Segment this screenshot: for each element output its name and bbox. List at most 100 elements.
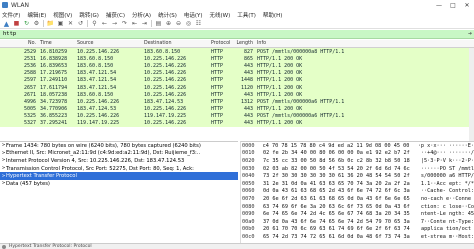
menu-help[interactable]: 帮助(H) — [263, 11, 282, 19]
close-file-icon[interactable]: ✕ — [67, 20, 74, 27]
hex-bytes[interactable]: 65 74 2d 73 74 72 65 61 6d 0d 0a 48 6f 7… — [263, 234, 421, 240]
hex-row[interactable]: 0060 0d 0a 43 61 63 68 65 2d 43 6f 6e 74 … — [241, 188, 474, 196]
capture-status-icon[interactable] — [2, 244, 6, 249]
hex-bytes[interactable]: 02 fe 2b 34 40 00 80 06 00 00 0a e1 92 e… — [263, 150, 421, 156]
hex-row[interactable]: 0070 20 6e 6f 2d 63 61 63 68 65 0d 0a 43 … — [241, 195, 474, 203]
packet-row[interactable]: 5005 34.770906 183.47.124.53 10.225.146.226… — [0, 105, 474, 113]
hex-bytes[interactable]: 02 03 ab 82 00 00 50 4f 53 54 20 2f 6d 6… — [263, 166, 421, 172]
detail-tree-item[interactable]: > Data (457 bytes) — [0, 180, 238, 188]
column-header-destination[interactable]: Destination — [140, 41, 207, 46]
reload-icon[interactable]: ↺ — [77, 20, 84, 27]
hex-ascii[interactable]: |5·3·P·V k···2·P· — [421, 158, 474, 164]
menu-telephony[interactable]: 电话(Y) — [184, 11, 203, 19]
menu-file[interactable]: 文件(F) — [2, 11, 20, 19]
colorize-icon[interactable]: ▤ — [155, 20, 162, 27]
hex-ascii[interactable]: et-strea m··Host: — [421, 234, 474, 240]
hex-bytes[interactable]: 20 61 70 70 6c 69 63 61 74 69 6f 6e 2f 6… — [263, 226, 421, 232]
hex-ascii[interactable]: no-cach e··Conne — [421, 196, 474, 202]
menu-wireless[interactable]: 无线(W) — [210, 11, 231, 19]
hex-ascii[interactable]: s/000000 a6 HTTP/ — [421, 173, 474, 179]
maximize-button[interactable]: □ — [446, 2, 460, 9]
hex-bytes[interactable]: c4 70 78 15 78 80 c4 9d ed a2 11 9d 08 0… — [263, 143, 418, 149]
hex-ascii[interactable]: applica tion/oct — [421, 226, 474, 232]
packet-row[interactable]: 2529 16.810259 10.225.146.226 183.60.8.150 H… — [0, 48, 474, 56]
column-header-protocol[interactable]: Protocol — [207, 41, 235, 46]
hex-row[interactable]: 0020 7c 35 cc 33 00 50 8d 56 6b 0c c2 8b … — [241, 157, 474, 165]
go-first-icon[interactable]: ⇤ — [131, 20, 138, 27]
hex-ascii[interactable]: ntent-Le ngth: 45 — [421, 211, 474, 217]
packet-row[interactable]: 2597 17.249110 183.47.121.54 10.225.146.226… — [0, 76, 474, 84]
close-button[interactable]: ✕ — [460, 2, 474, 9]
packet-row[interactable]: 5325 36.855223 10.225.146.226 119.147.19.22… — [0, 112, 474, 120]
display-filter-bar[interactable]: http ➜ — [0, 30, 474, 39]
hex-row[interactable]: 0040 73 2f 30 30 30 30 30 30 61 36 20 48 … — [241, 172, 474, 180]
packet-row[interactable]: 5327 37.295241 119.147.19.225 10.225.146.22… — [0, 119, 474, 128]
find-packet-icon[interactable]: ⚲ — [91, 20, 98, 27]
column-header-time[interactable]: Time — [38, 41, 73, 46]
minimize-button[interactable]: — — [432, 2, 446, 9]
go-last-icon[interactable]: ⇥ — [141, 20, 148, 27]
packet-row[interactable]: 2536 16.839653 183.60.8.150 10.225.146.226 H… — [0, 62, 474, 70]
column-header-no[interactable]: No. — [0, 41, 38, 46]
hex-row[interactable]: 0050 31 2e 31 0d 0a 41 63 63 65 70 74 3a … — [241, 180, 474, 188]
start-capture-icon[interactable]: ▲ — [3, 20, 10, 28]
detail-tree-item[interactable]: > Ethernet II, Src: Micronet_a2:11:9d (c4… — [0, 150, 238, 158]
zoom-reset-icon[interactable]: ◎ — [185, 20, 192, 27]
menu-statistics[interactable]: 统计(S) — [158, 11, 177, 19]
go-forward-icon[interactable]: → — [111, 20, 118, 27]
go-to-packet-icon[interactable]: ↷ — [121, 20, 128, 27]
go-back-icon[interactable]: ← — [101, 20, 108, 27]
arrow-right-icon[interactable]: ➜ — [466, 31, 474, 38]
hex-ascii[interactable]: 7··Conte nt-Type: — [421, 219, 474, 225]
restart-capture-icon[interactable]: ↻ — [23, 20, 30, 27]
menu-go[interactable]: 跳转(G) — [79, 11, 99, 19]
hex-row[interactable]: 0080 63 74 69 6f 6e 3a 20 63 6c 6f 73 65 … — [241, 203, 474, 211]
hex-ascii[interactable]: ··Cache- Control: — [421, 188, 474, 194]
hex-bytes[interactable]: 73 2f 30 30 30 30 30 30 61 36 20 48 54 5… — [263, 173, 421, 179]
packet-row[interactable]: 4996 34.723978 10.225.146.226 183.47.124.53… — [0, 98, 474, 106]
hex-ascii[interactable]: ······PO ST /mmtl — [421, 166, 474, 172]
stop-capture-icon[interactable]: ■ — [13, 20, 20, 27]
detail-tree-item[interactable]: > Hypertext Transfer Protocol — [0, 172, 238, 180]
display-filter-input[interactable]: http — [3, 31, 16, 37]
column-header-source[interactable]: Source — [73, 41, 140, 46]
hex-ascii[interactable]: 1.1··Acc ept: */* — [421, 181, 474, 187]
hex-row[interactable]: 0010 02 fe 2b 34 40 00 80 06 00 00 0a e1 … — [241, 150, 474, 158]
hex-bytes[interactable]: 20 6e 6f 2d 63 61 63 68 65 0d 0a 43 6f 6… — [263, 196, 421, 202]
resize-columns-icon[interactable]: ☷ — [195, 20, 202, 27]
detail-tree-item[interactable]: > Internet Protocol Version 4, Src: 10.22… — [0, 157, 238, 165]
hex-bytes[interactable]: 6e 74 65 6e 74 2d 4c 65 6e 67 74 68 3a 2… — [263, 211, 421, 217]
packet-row[interactable]: 2588 17.219675 183.47.121.54 10.225.146.226… — [0, 69, 474, 77]
hex-bytes[interactable]: 7c 35 cc 33 00 50 8d 56 6b 0c c2 8b 32 b… — [263, 158, 421, 164]
column-header-length[interactable]: Length — [235, 41, 255, 46]
detail-tree-item[interactable]: > Transmission Control Protocol, Src Port… — [0, 165, 238, 173]
menu-analyze[interactable]: 分析(A) — [132, 11, 151, 19]
zoom-out-icon[interactable]: ⊖ — [175, 20, 182, 27]
hex-ascii[interactable]: ·p x·x··· ······E· — [418, 143, 474, 149]
hex-row[interactable]: 0090 6e 74 65 6e 74 2d 4c 65 6e 67 74 68 … — [241, 210, 474, 218]
save-file-icon[interactable]: ▣ — [57, 20, 64, 27]
detail-tree-item[interactable]: > Frame 1434: 780 bytes on wire (6240 bit… — [0, 142, 238, 150]
packet-row[interactable]: 2657 17.611794 183.47.121.54 10.225.146.226… — [0, 83, 474, 92]
hex-ascii[interactable]: ction: c lose··Co — [421, 204, 474, 210]
zoom-in-icon[interactable]: ⊕ — [165, 20, 172, 27]
hex-row[interactable]: 00b0 20 61 70 70 6c 69 63 61 74 69 6f 6e … — [241, 226, 474, 234]
column-header-info[interactable]: Info — [255, 41, 474, 46]
packet-row[interactable]: 2531 16.838928 183.60.8.150 10.225.146.226 H… — [0, 55, 474, 63]
hex-bytes[interactable]: 31 2e 31 0d 0a 41 63 63 65 70 74 3a 20 2… — [263, 181, 421, 187]
capture-options-icon[interactable]: ⚙ — [33, 20, 40, 27]
hex-row[interactable]: 0000 c4 70 78 15 78 80 c4 9d ed a2 11 9d … — [241, 142, 474, 150]
menu-view[interactable]: 视图(V) — [53, 11, 72, 19]
packet-row[interactable]: 2671 18.057238 183.60.8.150 10.225.146.226 H… — [0, 91, 474, 99]
hex-row[interactable]: 00a0 37 0d 0a 43 6f 6e 74 65 6e 74 2d 54 … — [241, 218, 474, 226]
hex-row[interactable]: 0030 02 03 ab 82 00 00 50 4f 53 54 20 2f … — [241, 165, 474, 173]
menu-capture[interactable]: 捕获(C) — [106, 11, 125, 19]
hex-row[interactable]: 00c0 65 74 2d 73 74 72 65 61 6d 0d 0a 48 … — [241, 233, 474, 241]
hex-bytes[interactable]: 0d 0a 43 61 63 68 65 2d 43 6f 6e 74 72 6… — [263, 188, 421, 194]
menu-tools[interactable]: 工具(T) — [237, 11, 256, 19]
menu-edit[interactable]: 编辑(E) — [27, 11, 46, 19]
hex-bytes[interactable]: 37 0d 0a 43 6f 6e 74 65 6e 74 2d 54 79 7… — [263, 219, 421, 225]
hex-ascii[interactable]: ··+4@··· ·······/ — [421, 150, 474, 156]
hex-bytes[interactable]: 63 74 69 6f 6e 3a 20 63 6c 6f 73 65 0d 0… — [263, 204, 421, 210]
open-file-icon[interactable]: 📁 — [47, 20, 54, 27]
